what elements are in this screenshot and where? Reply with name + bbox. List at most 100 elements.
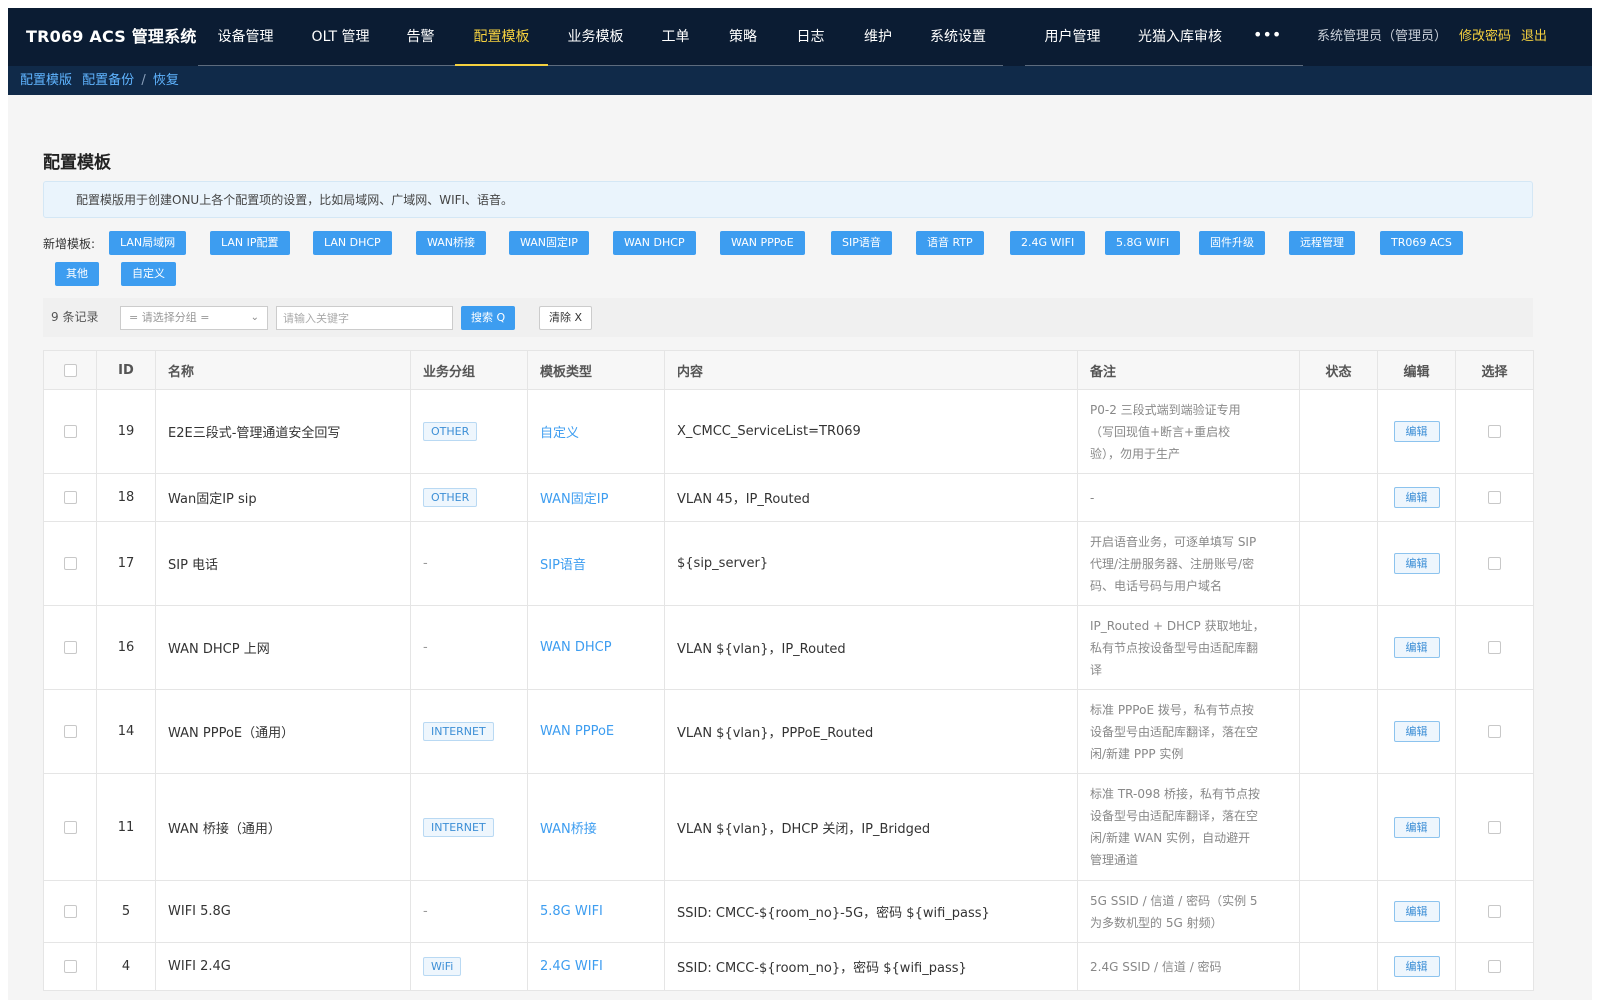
column-header-id[interactable]: ID	[96, 350, 156, 390]
clear-button[interactable]: 清除 X	[539, 306, 593, 330]
note-text: IP_Routed + DHCP 获取地址， 私有节点按设备型号由适配库翻译	[1090, 615, 1287, 681]
search-button[interactable]: 搜索 Q	[461, 306, 516, 330]
cell-content: X_CMCC_ServiceList=TR069	[664, 389, 1078, 474]
add-template-button[interactable]: 自定义	[121, 262, 176, 286]
row-checkbox-cell	[43, 773, 97, 881]
select-checkbox[interactable]	[1488, 725, 1501, 738]
template-type-link[interactable]: WAN DHCP	[540, 640, 612, 655]
row-checkbox-cell	[43, 389, 97, 474]
column-header-status[interactable]: 状态	[1299, 350, 1378, 390]
template-type-link[interactable]: WAN固定IP	[540, 492, 608, 507]
edit-button[interactable]: 编辑	[1393, 637, 1440, 658]
row-checkbox[interactable]	[63, 425, 77, 438]
select-checkbox[interactable]	[1488, 491, 1501, 504]
add-template-button[interactable]: 其他	[55, 262, 99, 286]
chevron-down-icon: ⌄	[250, 312, 259, 323]
cell-select	[1455, 605, 1534, 690]
column-header-group[interactable]: 业务分组	[410, 350, 528, 390]
row-checkbox[interactable]	[63, 491, 77, 504]
add-template-button[interactable]: WAN PPPoE	[720, 231, 805, 255]
subnav-config-templates[interactable]: 配置模版	[20, 73, 72, 88]
nav-item-olt[interactable]: OLT 管理	[293, 8, 388, 66]
row-checkbox[interactable]	[63, 905, 77, 918]
add-template-button[interactable]: TR069 ACS	[1380, 231, 1463, 255]
group-empty: -	[423, 640, 428, 655]
select-checkbox[interactable]	[1488, 641, 1501, 654]
cell-content: SSID: CMCC-${room_no}，密码 ${wifi_pass}	[664, 942, 1078, 991]
template-type-link[interactable]: 自定义	[540, 426, 579, 441]
cell-name: Wan固定IP sip	[155, 473, 411, 522]
group-select[interactable]: = 请选择分组 = ⌄	[120, 306, 268, 330]
column-header-select: 选择	[1455, 350, 1534, 390]
table-row: 16 WAN DHCP 上网 - WAN DHCP VLAN ${vlan}，I…	[43, 605, 1534, 690]
cell-content: SSID: CMCC-${room_no}-5G，密码 ${wifi_pass}	[664, 880, 1078, 943]
cell-note: P0-2 三段式端到端验证专用 （写回现值+断言+重启校 验），勿用于生产	[1077, 389, 1300, 474]
nav-item-maintenance[interactable]: 维护	[843, 8, 913, 66]
select-checkbox[interactable]	[1488, 960, 1501, 973]
row-checkbox[interactable]	[63, 725, 77, 738]
nav-item-workorders[interactable]: 工单	[643, 8, 708, 66]
column-header-content[interactable]: 内容	[664, 350, 1078, 390]
add-template-button[interactable]: LAN DHCP	[313, 231, 392, 255]
more-icon[interactable]: •••	[1253, 8, 1281, 66]
nav-item-system-settings[interactable]: 系统设置	[913, 8, 1003, 66]
nav-item-logs[interactable]: 日志	[778, 8, 843, 66]
template-type-link[interactable]: WAN PPPoE	[540, 724, 614, 739]
row-checkbox-cell	[43, 605, 97, 690]
add-template-button[interactable]: WAN桥接	[416, 231, 487, 255]
logout-link[interactable]: 退出	[1521, 29, 1547, 44]
template-type-link[interactable]: SIP语音	[540, 558, 586, 573]
row-checkbox[interactable]	[63, 820, 77, 834]
edit-button[interactable]: 编辑	[1393, 956, 1440, 977]
add-template-button[interactable]: 5.8G WIFI	[1105, 231, 1181, 255]
cell-group: -	[410, 880, 528, 943]
nav-item-config-templates[interactable]: 配置模板	[455, 8, 548, 67]
cell-note: 标准 PPPoE 拨号，私有节点按 设备型号由适配库翻译，落在空 闲/新建 PPP …	[1077, 689, 1300, 774]
edit-button[interactable]: 编辑	[1393, 487, 1440, 508]
subnav-restore[interactable]: 恢复	[153, 73, 179, 88]
column-header-note[interactable]: 备注	[1077, 350, 1300, 390]
nav-item-devices[interactable]: 设备管理	[198, 8, 293, 66]
edit-button[interactable]: 编辑	[1393, 901, 1440, 922]
cell-note: -	[1077, 473, 1300, 522]
edit-button[interactable]: 编辑	[1393, 421, 1440, 442]
nav-item-onu-review[interactable]: 光猫入库审核	[1120, 8, 1240, 66]
add-template-button[interactable]: WAN DHCP	[613, 231, 696, 255]
cell-content: VLAN ${vlan}，IP_Routed	[664, 605, 1078, 690]
add-template-button[interactable]: SIP语音	[831, 231, 892, 255]
row-checkbox[interactable]	[63, 557, 77, 570]
change-password-link[interactable]: 修改密码	[1459, 29, 1511, 44]
column-header-type[interactable]: 模板类型	[527, 350, 665, 390]
add-template-button[interactable]: 固件升级	[1199, 231, 1265, 255]
add-template-button[interactable]: 语音 RTP	[916, 231, 984, 255]
nav-item-alarms[interactable]: 告警	[388, 8, 453, 66]
row-checkbox[interactable]	[63, 960, 77, 973]
nav-item-service-templates[interactable]: 业务模板	[548, 8, 643, 66]
add-template-button[interactable]: WAN固定IP	[509, 231, 589, 255]
template-type-link[interactable]: 2.4G WIFI	[540, 959, 603, 974]
column-header-name[interactable]: 名称	[155, 350, 411, 390]
row-checkbox[interactable]	[63, 641, 77, 654]
note-line: 译	[1090, 662, 1103, 677]
column-header-edit: 编辑	[1377, 350, 1456, 390]
nav-item-policies[interactable]: 策略	[708, 8, 778, 66]
add-template-button[interactable]: LAN IP配置	[210, 231, 290, 255]
add-template-button[interactable]: 2.4G WIFI	[1010, 231, 1086, 255]
nav-item-users[interactable]: 用户管理	[1025, 8, 1120, 66]
add-template-button[interactable]: LAN局域网	[109, 231, 187, 255]
cell-content: VLAN ${vlan}，DHCP 关闭，IP_Bridged	[664, 773, 1078, 881]
template-type-link[interactable]: 5.8G WIFI	[540, 904, 603, 919]
select-checkbox[interactable]	[1488, 905, 1501, 918]
select-checkbox[interactable]	[1488, 557, 1501, 570]
select-checkbox[interactable]	[1488, 820, 1501, 834]
cell-select	[1455, 773, 1534, 881]
keyword-input[interactable]	[276, 306, 453, 330]
edit-button[interactable]: 编辑	[1393, 721, 1440, 742]
select-all-checkbox[interactable]	[63, 363, 77, 377]
template-type-link[interactable]: WAN桥接	[540, 822, 597, 837]
subnav-config-backup[interactable]: 配置备份	[82, 73, 134, 88]
select-checkbox[interactable]	[1488, 425, 1501, 438]
add-template-button[interactable]: 远程管理	[1289, 231, 1355, 255]
edit-button[interactable]: 编辑	[1393, 553, 1440, 574]
edit-button[interactable]: 编辑	[1393, 816, 1440, 838]
